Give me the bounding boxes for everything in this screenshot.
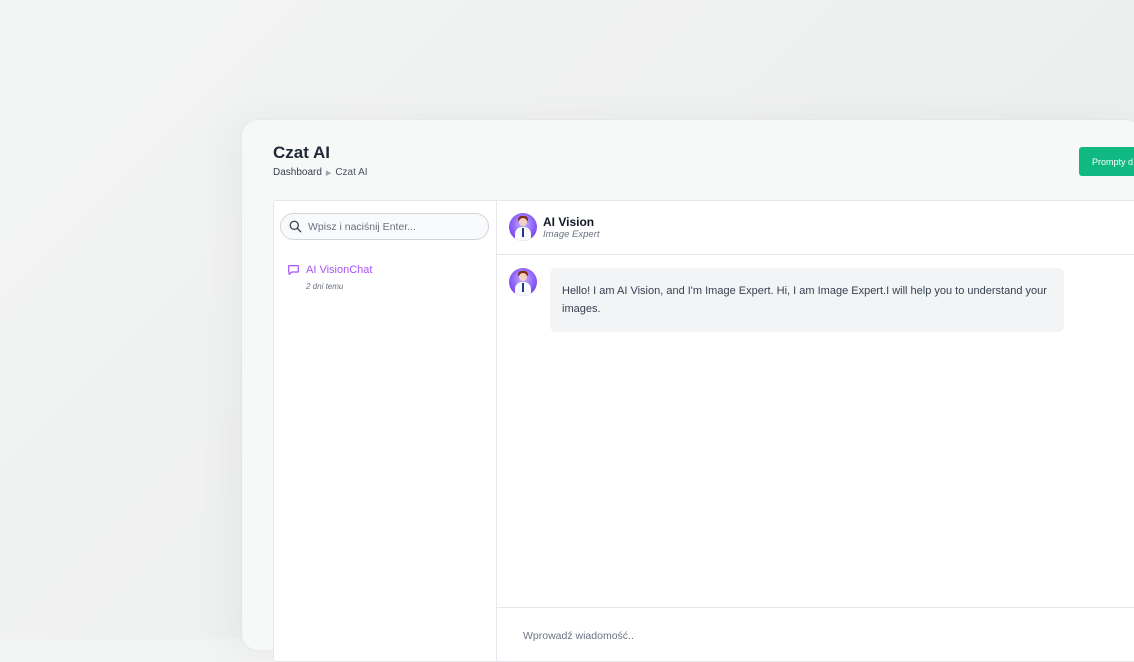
message-input[interactable] <box>521 629 1025 643</box>
breadcrumb: Dashboard ▶ Czat AI <box>273 167 368 178</box>
chat-sidebar: AI VisionChat 2 dni temu <box>274 201 497 661</box>
chat-item-time: 2 dni temu <box>306 282 344 291</box>
prompts-button[interactable]: Prompty d <box>1079 147 1134 176</box>
breadcrumb-dashboard[interactable]: Dashboard <box>273 167 322 178</box>
assistant-role: Image Expert <box>543 229 600 240</box>
chat-list-item[interactable]: AI VisionChat 2 dni temu <box>287 264 487 291</box>
chevron-right-icon: ▶ <box>325 169 332 177</box>
chat-bubble-icon <box>288 265 299 275</box>
chat-header: AI Vision Image Expert <box>496 201 1134 255</box>
chat-area: AI Vision Image Expert Hello! I am AI Vi… <box>496 201 1134 661</box>
search-input[interactable] <box>306 219 480 234</box>
message-composer <box>496 607 1134 661</box>
chat-window: Czat AI Dashboard ▶ Czat AI Prompty d AI… <box>242 120 1134 662</box>
assistant-message: Hello! I am AI Vision, and I'm Image Exp… <box>550 268 1064 332</box>
message-avatar <box>509 268 537 296</box>
assistant-name: AI Vision <box>543 215 595 229</box>
assistant-avatar <box>509 213 537 241</box>
page-title: Czat AI <box>273 143 330 162</box>
search-icon <box>289 220 302 233</box>
breadcrumb-current: Czat AI <box>335 167 368 178</box>
chat-panel: AI VisionChat 2 dni temu AI Vision Image… <box>273 200 1134 662</box>
search-box[interactable] <box>280 213 489 240</box>
chat-item-name: AI VisionChat <box>306 264 373 276</box>
